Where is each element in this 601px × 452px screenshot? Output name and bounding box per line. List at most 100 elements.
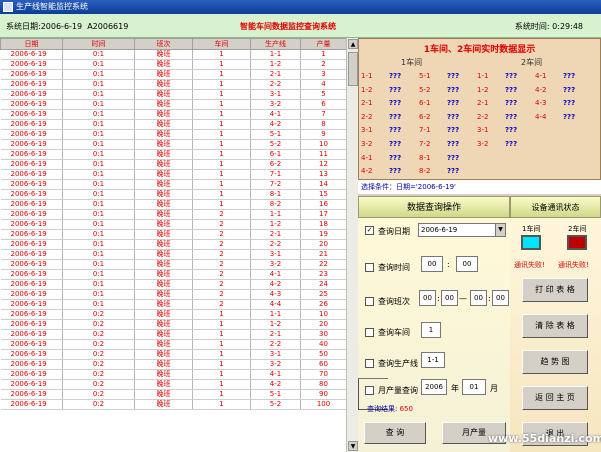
table-row[interactable]: 2006-6-19 0:1 晚班 1 3-1 5 <box>0 89 347 100</box>
query-workshop-checkbox[interactable] <box>365 328 374 337</box>
table-row[interactable]: 2006-6-19 0:2 晚班 1 4-2 80 <box>0 379 347 390</box>
table-row[interactable]: 2006-6-19 0:2 晚班 1 2-2 40 <box>0 339 347 350</box>
table-cell: 16 <box>300 199 347 210</box>
scroll-down-arrow-icon[interactable]: ▼ <box>348 441 358 451</box>
time-hour-input[interactable]: 00 <box>421 256 443 272</box>
table-row[interactable]: 2006-6-19 0:1 晚班 1 2-2 4 <box>0 79 347 90</box>
realtime-line-label: 4-1 <box>535 72 547 80</box>
query-line-checkbox[interactable] <box>365 359 374 368</box>
table-cell: 2 <box>192 239 251 250</box>
table-row[interactable]: 2006-6-19 0:1 晚班 2 1-1 17 <box>0 209 347 220</box>
table-cell: 1 <box>192 119 251 130</box>
table-cell: 晚班 <box>134 339 193 350</box>
shift-input-4[interactable]: 00 <box>492 290 509 306</box>
table-cell: 0:1 <box>62 79 135 90</box>
table-cell: 2006-6-19 <box>0 239 63 250</box>
column-header[interactable]: 班次 <box>134 38 193 50</box>
table-row[interactable]: 2006-6-19 0:1 晚班 2 2-2 20 <box>0 239 347 250</box>
scroll-up-arrow-icon[interactable]: ▲ <box>348 39 358 49</box>
table-cell: 2 <box>300 59 347 70</box>
table-row[interactable]: 2006-6-19 0:1 晚班 2 4-3 25 <box>0 289 347 300</box>
table-cell: 1 <box>192 109 251 120</box>
table-row[interactable]: 2006-6-19 0:1 晚班 1 7-1 13 <box>0 169 347 180</box>
query-button[interactable]: 查 询 <box>364 422 426 444</box>
table-cell: 晚班 <box>134 139 193 150</box>
year-input[interactable]: 2006 <box>421 379 447 395</box>
table-row[interactable]: 2006-6-19 0:1 晚班 2 3-2 22 <box>0 259 347 270</box>
column-header[interactable]: 时间 <box>62 38 135 50</box>
column-header[interactable]: 车间 <box>192 38 251 50</box>
table-row[interactable]: 2006-6-19 0:1 晚班 1 6-1 11 <box>0 149 347 160</box>
column-header[interactable]: 日期 <box>0 38 63 50</box>
query-shift-label: 查询班次 <box>378 297 410 306</box>
table-cell: 1 <box>192 129 251 140</box>
time-separator: : <box>447 260 450 269</box>
table-cell: 5-2 <box>250 399 301 410</box>
table-row[interactable]: 2006-6-19 0:1 晚班 2 1-2 18 <box>0 219 347 230</box>
table-cell: 0:1 <box>62 249 135 260</box>
table-row[interactable]: 2006-6-19 0:1 晚班 2 2-1 19 <box>0 229 347 240</box>
table-row[interactable]: 2006-6-19 0:1 晚班 2 4-4 26 <box>0 299 347 310</box>
query-shift-checkbox[interactable] <box>365 297 374 306</box>
query-date-select[interactable]: 2006-6-19 ▼ <box>418 223 506 237</box>
shift-input-2[interactable]: 00 <box>441 290 458 306</box>
table-row[interactable]: 2006-6-19 0:2 晚班 1 3-2 60 <box>0 359 347 370</box>
realtime-line-value: ??? <box>447 99 460 108</box>
table-row[interactable]: 2006-6-19 0:1 晚班 2 4-1 23 <box>0 269 347 280</box>
table-row[interactable]: 2006-6-19 0:1 晚班 1 4-2 8 <box>0 119 347 130</box>
table-cell: 1 <box>192 149 251 160</box>
table-row[interactable]: 2006-6-19 0:2 晚班 1 5-1 90 <box>0 389 347 400</box>
scroll-thumb[interactable] <box>348 52 358 86</box>
table-row[interactable]: 2006-6-19 0:1 晚班 1 4-1 7 <box>0 109 347 120</box>
table-cell: 2 <box>192 279 251 290</box>
table-row[interactable]: 2006-6-19 0:1 晚班 1 8-1 15 <box>0 189 347 200</box>
table-cell: 0:2 <box>62 399 135 410</box>
trend-chart-button[interactable]: 趋 势 图 <box>522 350 588 374</box>
table-row[interactable]: 2006-6-19 0:2 晚班 1 4-1 70 <box>0 369 347 380</box>
table-row[interactable]: 2006-6-19 0:2 晚班 1 1-2 20 <box>0 319 347 330</box>
vertical-scrollbar[interactable]: ▲ ▼ <box>346 38 358 452</box>
shift-input-3[interactable]: 00 <box>470 290 487 306</box>
table-cell: 晚班 <box>134 199 193 210</box>
line-input[interactable]: 1-1 <box>421 352 445 368</box>
time-minute-input[interactable]: 00 <box>456 256 478 272</box>
realtime-line-value: ??? <box>389 126 402 135</box>
table-row[interactable]: 2006-6-19 0:1 晚班 2 4-2 24 <box>0 279 347 290</box>
table-cell: 1 <box>192 59 251 70</box>
table-cell: 4-2 <box>250 279 301 290</box>
table-row[interactable]: 2006-6-19 0:1 晚班 1 1-1 1 <box>0 49 347 60</box>
clear-table-button[interactable]: 清 除 表 格 <box>522 314 588 338</box>
data-grid[interactable]: 日期 时间 班次 车间 生产线 产量 2006-6-19 0:1 晚班 1 1-1 1 2006-6-… <box>0 38 358 452</box>
table-row[interactable]: 2006-6-19 0:1 晚班 1 6-2 12 <box>0 159 347 170</box>
table-cell: 2006-6-19 <box>0 169 63 180</box>
month-input[interactable]: 01 <box>462 379 486 395</box>
table-row[interactable]: 2006-6-19 0:2 晚班 1 1-1 10 <box>0 309 347 320</box>
table-row[interactable]: 2006-6-19 0:1 晚班 1 1-2 2 <box>0 59 347 70</box>
workshop-input[interactable]: 1 <box>421 322 441 338</box>
monthly-query-checkbox[interactable] <box>365 386 374 395</box>
return-home-button[interactable]: 返 回 主 页 <box>522 386 588 410</box>
table-row[interactable]: 2006-6-19 0:1 晚班 1 7-2 14 <box>0 179 347 190</box>
table-row[interactable]: 2006-6-19 0:1 晚班 1 5-2 10 <box>0 139 347 150</box>
column-header[interactable]: 生产线 <box>250 38 301 50</box>
table-row[interactable]: 2006-6-19 0:2 晚班 1 5-2 100 <box>0 399 347 410</box>
table-cell: 100 <box>300 399 347 410</box>
column-header[interactable]: 产量 <box>300 38 347 50</box>
table-row[interactable]: 2006-6-19 0:1 晚班 1 5-1 9 <box>0 129 347 140</box>
table-row[interactable]: 2006-6-19 0:2 晚班 1 3-1 50 <box>0 349 347 360</box>
table-row[interactable]: 2006-6-19 0:1 晚班 1 3-2 6 <box>0 99 347 110</box>
table-row[interactable]: 2006-6-19 0:1 晚班 2 3-1 21 <box>0 249 347 260</box>
query-date-checkbox[interactable]: ✓ <box>365 226 374 235</box>
table-header-row: 日期 时间 班次 车间 生产线 产量 <box>0 38 347 50</box>
print-table-button[interactable]: 打 印 表 格 <box>522 278 588 302</box>
shift-separator-2: — <box>459 294 467 303</box>
chevron-down-icon[interactable]: ▼ <box>495 224 505 236</box>
realtime-line-value: ??? <box>389 99 402 108</box>
table-cell: 晚班 <box>134 189 193 200</box>
table-row[interactable]: 2006-6-19 0:2 晚班 1 2-1 30 <box>0 329 347 340</box>
shift-input-1[interactable]: 00 <box>419 290 436 306</box>
table-row[interactable]: 2006-6-19 0:1 晚班 1 8-2 16 <box>0 199 347 210</box>
table-cell: 1 <box>192 139 251 150</box>
table-row[interactable]: 2006-6-19 0:1 晚班 1 2-1 3 <box>0 69 347 80</box>
query-time-checkbox[interactable] <box>365 263 374 272</box>
